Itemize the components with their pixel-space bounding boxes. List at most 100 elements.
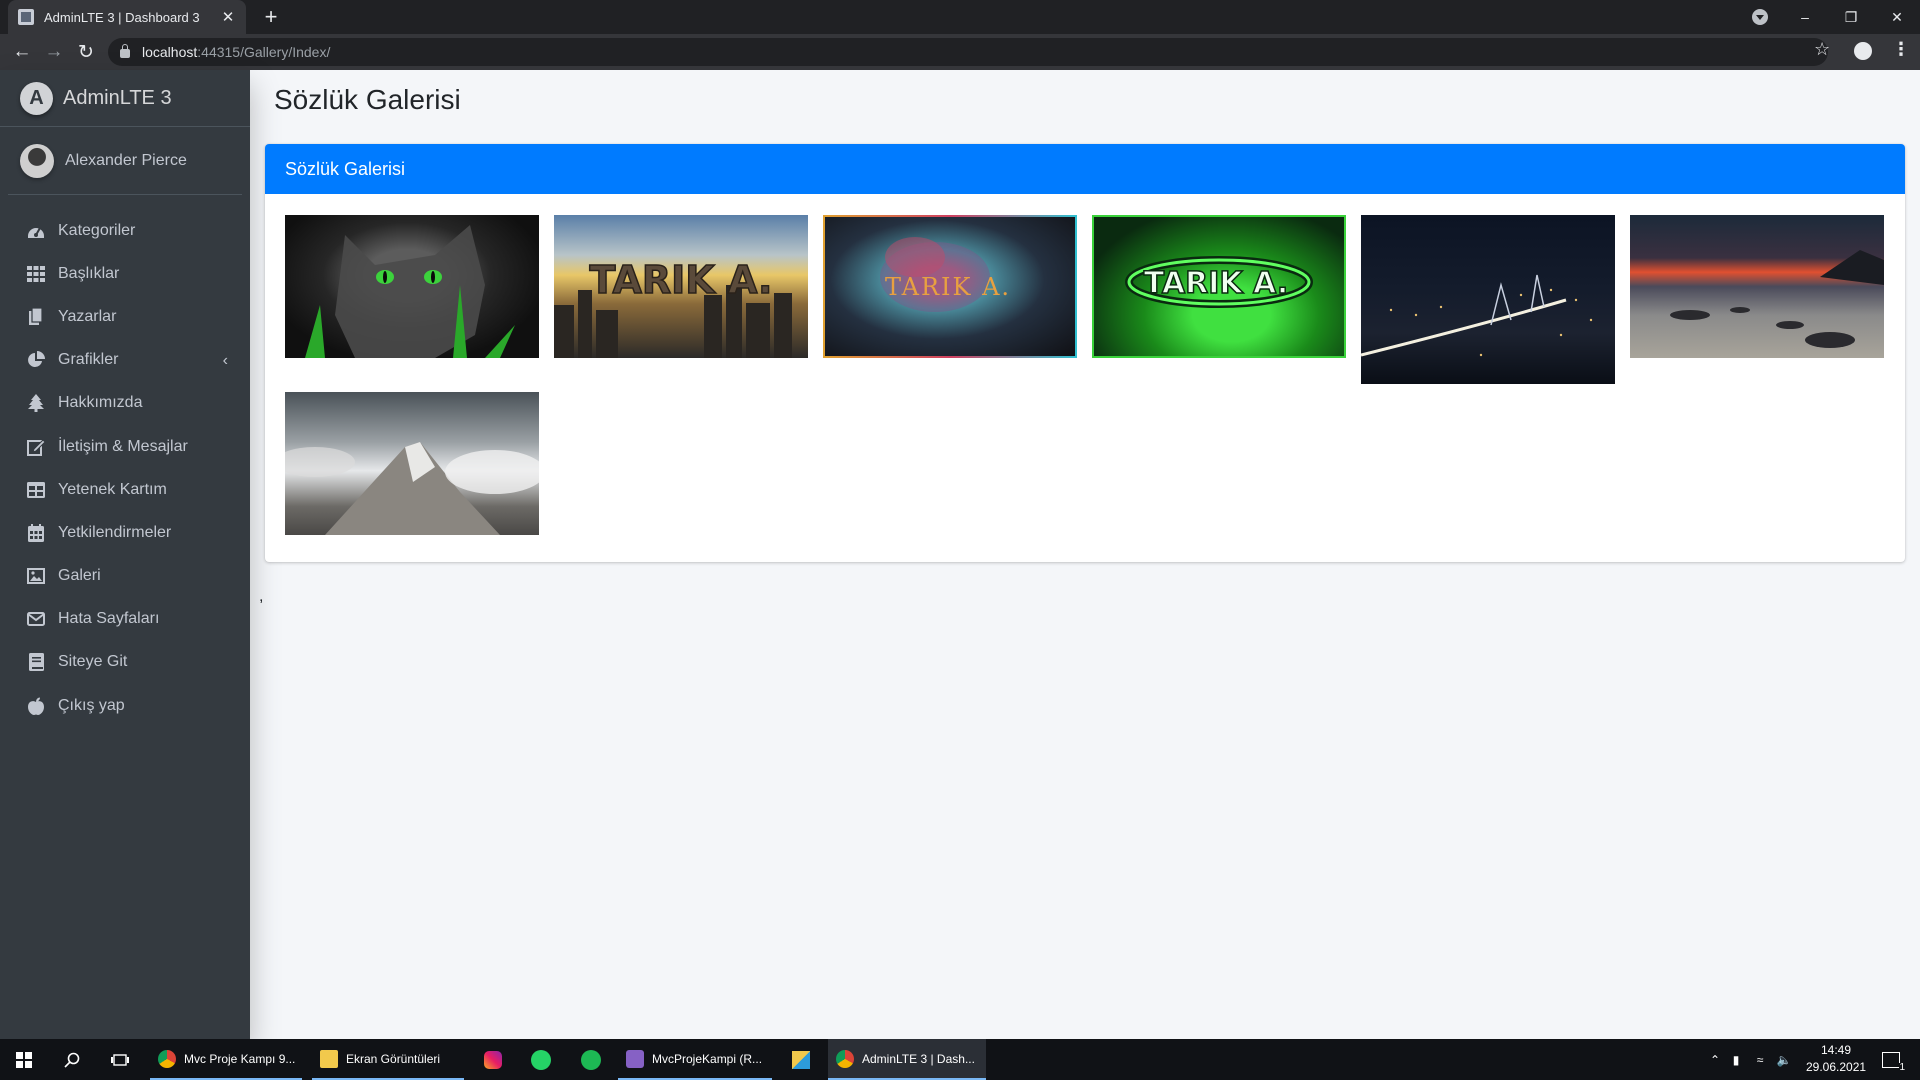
sidebar-item-hakkimizda[interactable]: Hakkımızda: [8, 382, 242, 425]
restore-icon[interactable]: ❐: [1828, 0, 1874, 34]
chevron-left-icon[interactable]: ‹: [223, 352, 228, 370]
instagram-icon[interactable]: [480, 1039, 506, 1080]
browser-menu-icon[interactable]: ⋮: [1892, 39, 1910, 60]
sidebar-item-iletisim[interactable]: İletişim & Mesajlar: [8, 425, 242, 468]
battery-icon[interactable]: ▮: [1724, 1053, 1748, 1067]
sidebar-item-label: Yetkilendirmeler: [58, 523, 172, 541]
sidebar-item-hata-sayfalari[interactable]: Hata Sayfaları: [8, 598, 242, 641]
account-icon[interactable]: [1854, 42, 1872, 60]
volume-icon[interactable]: 🔈: [1772, 1053, 1796, 1067]
gallery-image-cat[interactable]: [285, 215, 539, 358]
spotify-icon[interactable]: [578, 1039, 604, 1080]
new-tab-button[interactable]: +: [258, 3, 284, 31]
sidebar-item-siteye-git[interactable]: Siteye Git: [8, 641, 242, 684]
brand-text: AdminLTE 3: [63, 86, 172, 109]
sidebar-item-label: Hata Sayfaları: [58, 610, 160, 628]
card-header: Sözlük Galerisi: [265, 144, 1905, 194]
chrome-icon: [158, 1049, 176, 1068]
sidebar-item-galeri[interactable]: Galeri: [8, 555, 242, 598]
gallery-image-green-tarik[interactable]: TARIK A.: [1092, 215, 1346, 358]
stray-text: ,: [259, 588, 264, 605]
page-title: Sözlük Galerisi: [274, 84, 461, 115]
brand-link[interactable]: A AdminLTE 3: [0, 70, 250, 127]
notification-count: 1: [1899, 1061, 1905, 1073]
thumbnail-caption: TARIK A.: [589, 258, 772, 302]
sidebar-item-label: Yazarlar: [58, 307, 117, 325]
image-icon: [26, 567, 46, 585]
windows-start-icon[interactable]: [10, 1039, 38, 1080]
gallery-card: Sözlük Galerisi TARIK A. TARIK A. TARIK …: [265, 144, 1905, 562]
sidebar: A AdminLTE 3 Alexander Pierce Kategorile…: [0, 70, 250, 1039]
lock-icon[interactable]: [120, 44, 130, 58]
grid-icon: [26, 265, 46, 283]
gallery-image-mountain[interactable]: [285, 392, 539, 535]
sidebar-item-grafikler[interactable]: Grafikler ‹: [8, 339, 242, 382]
time: 14:49: [1820, 1043, 1852, 1057]
folder-icon: [320, 1049, 338, 1068]
card-title: Sözlük Galerisi: [285, 158, 406, 179]
gallery-image-beach-sunset[interactable]: [1630, 215, 1884, 358]
sidebar-item-label: Çıkış yap: [58, 696, 125, 714]
taskbar-app-visual-studio[interactable]: MvcProjeKampi (R...: [618, 1039, 772, 1080]
tool-icon[interactable]: [788, 1039, 814, 1080]
chrome-icon: [836, 1049, 854, 1068]
forward-icon[interactable]: →: [40, 38, 68, 66]
bookmark-star-icon[interactable]: ☆: [1814, 39, 1830, 60]
window-controls: – ❐ ✕: [1782, 0, 1920, 34]
sidebar-item-label: Yetenek Kartım: [58, 480, 167, 498]
copy-icon: [26, 307, 46, 326]
close-tab-icon[interactable]: ✕: [220, 8, 236, 26]
sidebar-item-kategoriler[interactable]: Kategoriler: [8, 209, 242, 252]
close-window-icon[interactable]: ✕: [1874, 0, 1920, 34]
minimize-icon[interactable]: –: [1782, 0, 1828, 34]
sidebar-item-label: Galeri: [58, 567, 101, 585]
sidebar-menu: Kategoriler Başlıklar Yazarlar Grafikler…: [0, 195, 250, 727]
notification-icon[interactable]: 1: [1876, 1039, 1906, 1080]
taskbar-app-chrome-1[interactable]: Mvc Proje Kampı 9...: [150, 1039, 302, 1080]
gallery-image-city-tarik[interactable]: TARIK A.: [554, 215, 808, 358]
brand-logo-icon: A: [20, 81, 53, 115]
book-icon: [26, 653, 46, 672]
sidebar-item-yetenek-kartim[interactable]: Yetenek Kartım: [8, 468, 242, 511]
search-icon[interactable]: [58, 1039, 86, 1080]
sidebar-item-yazarlar[interactable]: Yazarlar: [8, 295, 242, 338]
calendar-icon: [26, 523, 46, 542]
tachometer-icon: [26, 222, 46, 240]
thumbnail-caption: TARIK A.: [885, 273, 1011, 301]
browser-tab-bar: AdminLTE 3 | Dashboard 3 ✕ + – ❐ ✕: [0, 0, 1920, 34]
user-panel[interactable]: Alexander Pierce: [8, 127, 242, 195]
taskbar-app-chrome-2[interactable]: AdminLTE 3 | Dash...: [828, 1039, 986, 1080]
sidebar-item-label: İletişim & Mesajlar: [58, 437, 188, 455]
content-wrapper: Sözlük Galerisi Sözlük Galerisi TARIK A.: [250, 70, 1920, 1039]
page-favicon-icon: [18, 9, 34, 25]
user-name[interactable]: Alexander Pierce: [65, 152, 187, 170]
taskbar-clock[interactable]: 14:49 29.06.2021: [1806, 1042, 1866, 1076]
chevron-up-icon[interactable]: ⌃: [1706, 1053, 1724, 1067]
sidebar-item-basliklar[interactable]: Başlıklar: [8, 252, 242, 295]
gallery-image-night-bridge[interactable]: [1361, 215, 1615, 384]
gallery-image-smoke-tarik[interactable]: TARIK A.: [823, 215, 1077, 358]
sidebar-item-yetkilendirmeler[interactable]: Yetkilendirmeler: [8, 511, 242, 554]
tab-search-icon[interactable]: [1752, 9, 1768, 25]
table-icon: [26, 481, 46, 499]
taskbar: Mvc Proje Kampı 9... Ekran Görüntüleri M…: [0, 1039, 1920, 1080]
url-host: localhost: [142, 44, 198, 60]
url-path: :44315/Gallery/Index/: [197, 44, 331, 60]
reload-icon[interactable]: ↻: [72, 38, 100, 66]
taskbar-app-label: AdminLTE 3 | Dash...: [862, 1051, 975, 1066]
tree-icon: [26, 394, 46, 413]
wifi-icon[interactable]: ≈: [1748, 1053, 1772, 1067]
envelope-icon: [26, 610, 46, 628]
sidebar-item-cikis-yap[interactable]: Çıkış yap: [8, 684, 242, 727]
task-view-icon[interactable]: [106, 1039, 134, 1080]
taskbar-app-explorer[interactable]: Ekran Görüntüleri: [312, 1039, 464, 1080]
browser-tab[interactable]: AdminLTE 3 | Dashboard 3 ✕: [8, 0, 246, 34]
address-bar[interactable]: localhost:44315/Gallery/Index/: [108, 38, 1828, 66]
sidebar-item-label: Kategoriler: [58, 221, 136, 239]
apple-icon: [26, 697, 46, 715]
back-icon[interactable]: ←: [8, 38, 36, 66]
sidebar-item-label: Hakkımızda: [58, 394, 143, 412]
date: 29.06.2021: [1806, 1060, 1867, 1074]
taskbar-app-label: MvcProjeKampi (R...: [652, 1051, 763, 1066]
whatsapp-icon[interactable]: [528, 1039, 554, 1080]
